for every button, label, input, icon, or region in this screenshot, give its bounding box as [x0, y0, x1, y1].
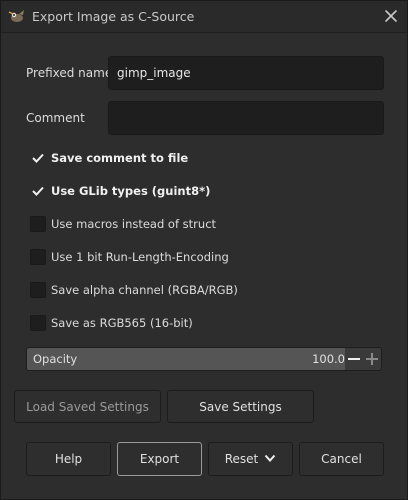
title-bar[interactable]: Export Image as C-Source [1, 1, 407, 33]
checkbox-box [30, 315, 46, 331]
gimp-wilber-icon [8, 9, 26, 23]
save-comment-checkbox[interactable]: Save comment to file [30, 149, 188, 167]
checkbox-box [30, 282, 46, 298]
use-glib-types-checkbox[interactable]: Use GLib types (guint8*) [30, 182, 210, 200]
help-button[interactable]: Help [26, 442, 111, 476]
save-alpha-checkbox[interactable]: Save alpha channel (RGBA/RGB) [30, 281, 238, 299]
load-saved-settings-button[interactable]: Load Saved Settings [14, 390, 161, 423]
opacity-value: 100.0 [312, 352, 345, 366]
plus-icon[interactable] [363, 348, 381, 370]
reset-button[interactable]: Reset [208, 442, 293, 476]
prefixed-name-label: Prefixed name [26, 66, 113, 80]
run-length-encoding-checkbox[interactable]: Use 1 bit Run-Length-Encoding [30, 248, 229, 266]
use-macros-label: Use macros instead of struct [51, 217, 217, 231]
run-length-encoding-label: Use 1 bit Run-Length-Encoding [51, 250, 229, 264]
opacity-slider[interactable]: Opacity 100.0 [26, 347, 382, 371]
minus-icon[interactable] [345, 348, 363, 370]
prefixed-name-field[interactable] [108, 56, 384, 90]
checkbox-box [30, 249, 46, 265]
save-comment-label: Save comment to file [51, 151, 189, 165]
export-dialog: Export Image as C-Source Prefixed name C… [0, 0, 408, 500]
use-macros-checkbox[interactable]: Use macros instead of struct [30, 215, 216, 233]
checkbox-box [30, 216, 46, 232]
rgb565-label: Save as RGB565 (16-bit) [51, 316, 193, 330]
chevron-down-icon [264, 452, 276, 466]
reset-label: Reset [224, 452, 259, 466]
cancel-button[interactable]: Cancel [299, 442, 384, 476]
opacity-label: Opacity [33, 352, 78, 366]
rgb565-checkbox[interactable]: Save as RGB565 (16-bit) [30, 314, 193, 332]
checkbox-box [30, 183, 46, 199]
save-alpha-label: Save alpha channel (RGBA/RGB) [51, 283, 238, 297]
close-icon[interactable] [383, 8, 399, 24]
comment-label: Comment [26, 111, 85, 125]
checkbox-box [30, 150, 46, 166]
window-title: Export Image as C-Source [32, 9, 195, 24]
save-settings-button[interactable]: Save Settings [167, 390, 314, 423]
use-glib-types-label: Use GLib types (guint8*) [51, 184, 211, 198]
comment-field[interactable] [108, 101, 384, 135]
export-button[interactable]: Export [117, 442, 202, 476]
